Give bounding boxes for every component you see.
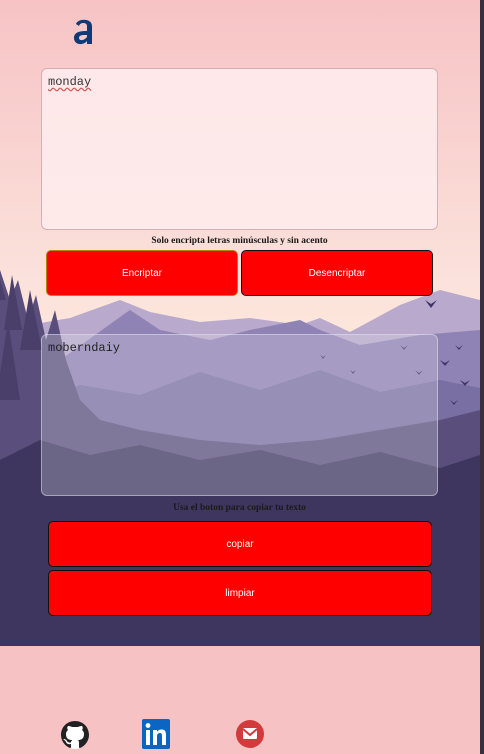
input-textarea[interactable]: monday xyxy=(41,68,438,230)
input-text: monday xyxy=(48,75,92,89)
copy-button[interactable]: copiar xyxy=(48,521,432,567)
encrypt-button[interactable]: Encriptar xyxy=(46,250,238,296)
decrypt-button[interactable]: Desencriptar xyxy=(241,250,433,296)
input-hint: Solo encripta letras minúsculas y sin ac… xyxy=(151,236,328,246)
scrollbar[interactable] xyxy=(480,0,484,754)
linkedin-glyph xyxy=(142,719,170,749)
gmail-icon[interactable] xyxy=(235,718,265,750)
gmail-glyph xyxy=(236,720,264,748)
logo xyxy=(66,14,100,50)
clear-button[interactable]: limpiar xyxy=(48,570,432,616)
output-hint: Usa el boton para copiar tu texto xyxy=(173,503,306,513)
github-glyph xyxy=(61,721,89,749)
output-textarea[interactable]: moberndaiy xyxy=(41,334,438,496)
linkedin-icon[interactable] xyxy=(141,718,171,750)
alura-logo-icon xyxy=(74,19,92,45)
output-text: moberndaiy xyxy=(48,341,121,355)
github-icon[interactable] xyxy=(60,718,90,750)
